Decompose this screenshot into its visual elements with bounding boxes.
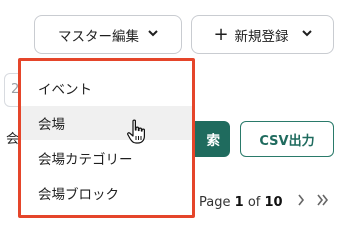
search-button-label: 索 [206,133,221,149]
pagination: Page 1 of 10 [199,194,330,210]
chevron-down-icon [148,29,158,40]
next-page-icon[interactable] [297,194,305,210]
new-register-button[interactable]: + 新規登録 [191,15,334,54]
chevron-down-icon [301,29,312,40]
menu-item-venue[interactable]: 会場 [21,106,192,140]
menu-item-venue-block[interactable]: 会場ブロック [21,176,192,210]
menu-item-label: 会場 [38,117,65,133]
menu-item-venue-category[interactable]: 会場カテゴリー [21,141,192,175]
master-edit-label: マスター編集 [58,28,139,45]
page-word: Page [199,194,231,210]
menu-item-label: 会場ブロック [38,187,119,203]
of-word: of [247,194,261,210]
last-page-icon[interactable] [316,194,330,210]
menu-item-label: イベント [38,82,92,98]
csv-export-label: CSV出力 [259,133,315,149]
plus-icon: + [213,23,229,45]
new-register-label: 新規登録 [234,28,289,45]
master-edit-button[interactable]: マスター編集 [34,15,182,54]
hand-cursor-icon [126,119,148,145]
menu-item-label: 会場カテゴリー [38,152,133,168]
total-pages: 10 [264,194,283,210]
master-edit-dropdown: イベント 会場 会場カテゴリー 会場ブロック [18,58,195,218]
csv-export-button[interactable]: CSV出力 [240,121,334,157]
current-page: 1 [234,194,244,210]
menu-item-event[interactable]: イベント [21,71,192,105]
